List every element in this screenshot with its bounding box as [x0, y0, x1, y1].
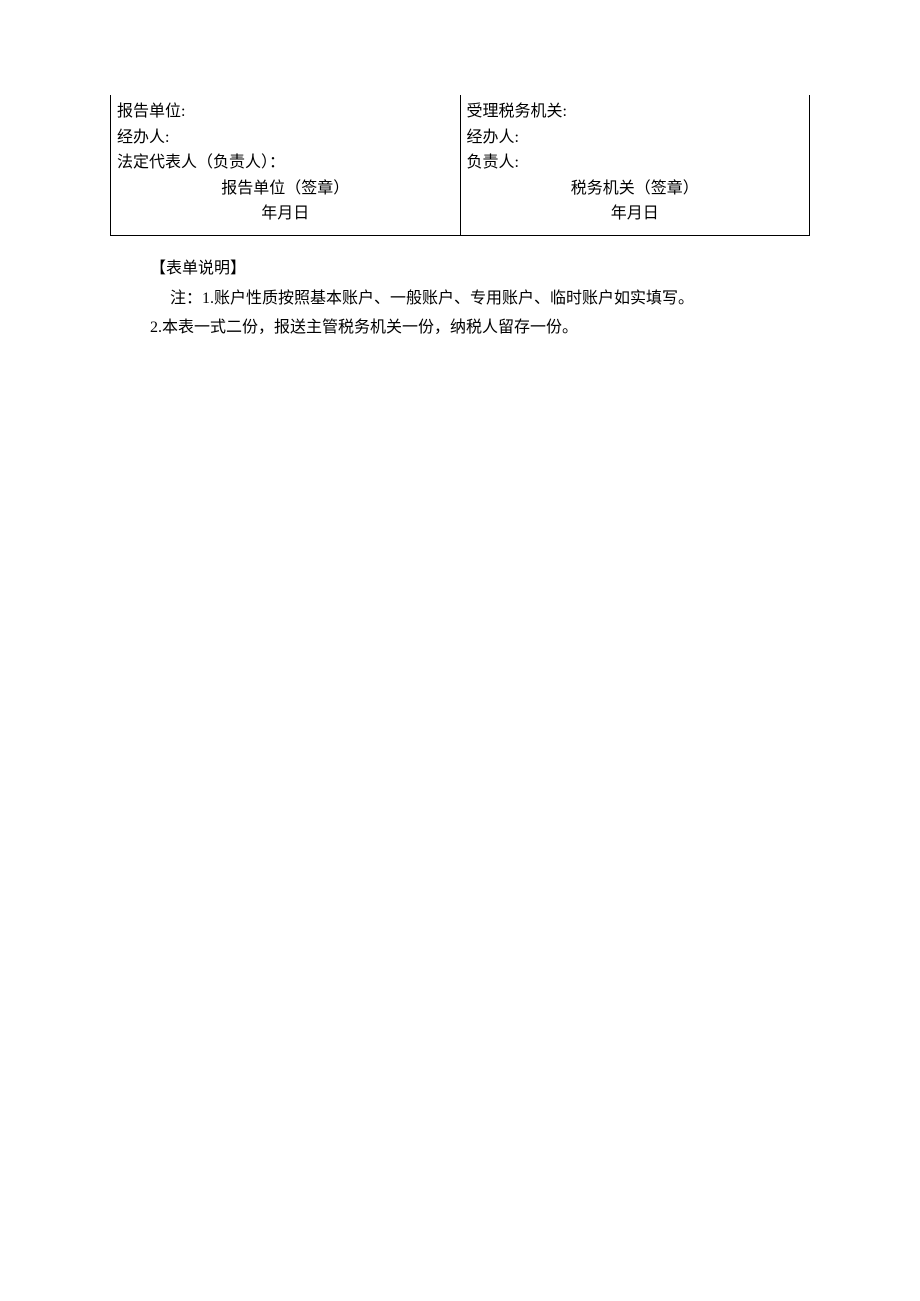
authority-operator-label: 经办人: [467, 125, 804, 151]
tax-authority-column: 受理税务机关: 经办人: 负责人: 税务机关（签章） 年月日 [460, 95, 811, 235]
authority-date-line: 年月日 [467, 201, 804, 227]
report-unit-seal: 报告单位（签章） [117, 176, 454, 202]
signature-table: 报告单位: 经办人: 法定代表人（负责人）： 报告单位（签章） 年月日 受理税务… [110, 95, 810, 236]
notes-title: 【表单说明】 [150, 254, 920, 284]
person-in-charge-label: 负责人: [467, 150, 804, 176]
note-line-2: 2.本表一式二份，报送主管税务机关一份，纳税人留存一份。 [150, 313, 920, 343]
report-operator-label: 经办人: [117, 125, 454, 151]
report-date-line: 年月日 [117, 201, 454, 227]
tax-authority-label: 受理税务机关: [467, 99, 804, 125]
form-notes: 【表单说明】 注：1.账户性质按照基本账户、一般账户、专用账户、临时账户如实填写… [150, 254, 920, 343]
tax-authority-seal: 税务机关（签章） [467, 176, 804, 202]
report-unit-column: 报告单位: 经办人: 法定代表人（负责人）： 报告单位（签章） 年月日 [110, 95, 460, 235]
legal-representative-label: 法定代表人（负责人）： [117, 150, 454, 176]
note-line-1: 注：1.账户性质按照基本账户、一般账户、专用账户、临时账户如实填写。 [170, 284, 920, 314]
report-unit-label: 报告单位: [117, 99, 454, 125]
